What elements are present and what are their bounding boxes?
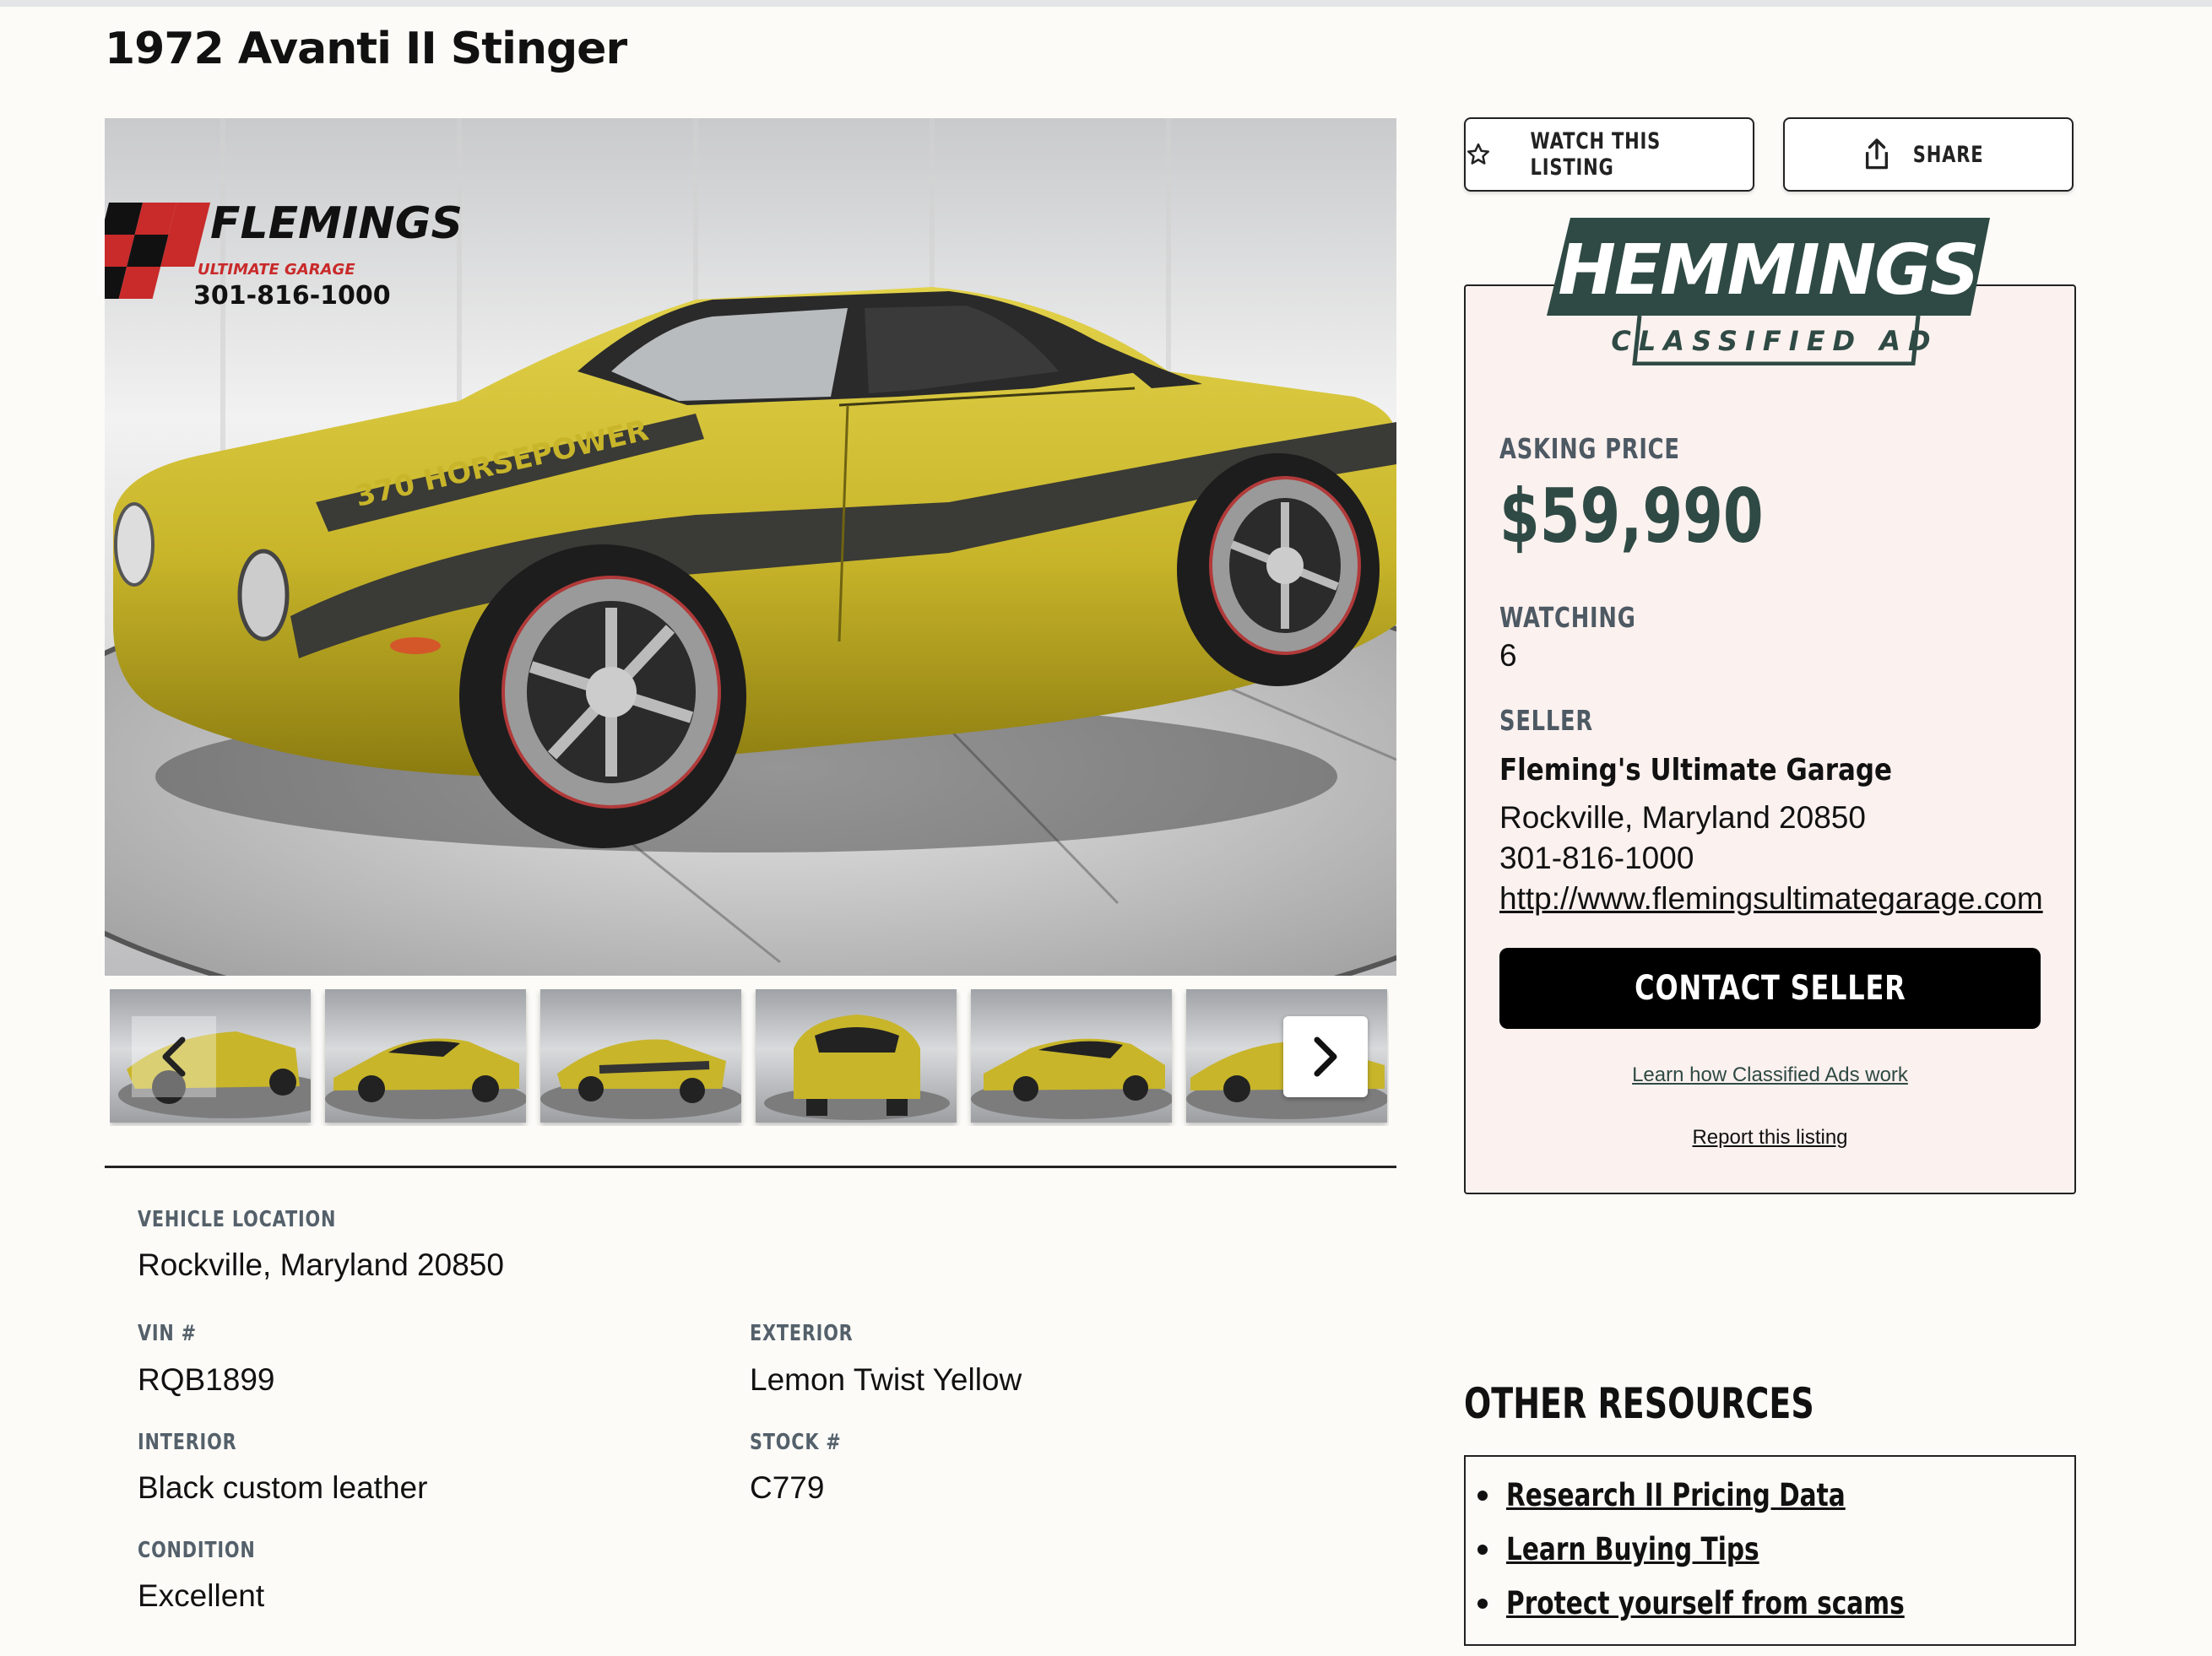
protect-scams-link[interactable]: Protect yourself from scams <box>1506 1585 1905 1621</box>
share-button[interactable]: SHARE <box>1783 117 2074 192</box>
star-icon <box>1467 143 1489 165</box>
bullet-icon <box>1477 1598 1488 1609</box>
classified-panel <box>1464 284 2076 1194</box>
resource-item: Protect yourself from scams <box>1477 1585 2004 1621</box>
section-divider <box>105 1166 1396 1168</box>
location-label: VEHICLE LOCATION <box>138 1207 337 1232</box>
other-resources-title: OTHER RESOURCES <box>1464 1379 1814 1428</box>
asking-price-value: $59,990 <box>1499 473 1764 560</box>
resource-item: Research II Pricing Data <box>1477 1477 1930 1513</box>
thumbnail-strip <box>110 989 1389 1126</box>
chevron-left-icon <box>162 1036 186 1077</box>
contact-seller-button[interactable]: CONTACT SELLER <box>1499 948 2041 1029</box>
share-label: SHARE <box>1913 141 1984 168</box>
seller-name: Fleming's Ultimate Garage <box>1499 753 1893 787</box>
thumbnail[interactable] <box>971 989 1172 1123</box>
hemmings-logo: HEMMINGS CLASSIFIED AD <box>1547 218 1994 370</box>
seller-label: SELLER <box>1499 704 1594 737</box>
car-image: 370 HORSEPOWER FLEMINGS ULTIMATE GARAGE … <box>105 118 1396 976</box>
interior-value: Black custom leather <box>138 1470 428 1505</box>
top-border <box>0 0 2212 7</box>
condition-value: Excellent <box>138 1578 265 1613</box>
location-value: Rockville, Maryland 20850 <box>138 1247 504 1282</box>
buying-tips-link[interactable]: Learn Buying Tips <box>1506 1531 1759 1567</box>
seller-location: Rockville, Maryland 20850 <box>1499 800 1866 835</box>
bullet-icon <box>1477 1490 1488 1501</box>
main-photo[interactable]: 370 HORSEPOWER FLEMINGS ULTIMATE GARAGE … <box>105 118 1396 976</box>
watch-listing-label: WATCH THIS LISTING <box>1530 128 1662 181</box>
chevron-right-icon <box>1314 1036 1337 1077</box>
asking-price-label: ASKING PRICE <box>1499 432 1680 465</box>
svg-text:ULTIMATE GARAGE: ULTIMATE GARAGE <box>198 261 355 279</box>
svg-text:HEMMINGS: HEMMINGS <box>1558 230 1977 311</box>
vin-value: RQB1899 <box>138 1362 275 1397</box>
research-pricing-link[interactable]: Research II Pricing Data <box>1506 1477 1846 1513</box>
exterior-value: Lemon Twist Yellow <box>750 1362 1022 1397</box>
gallery-next-button[interactable] <box>1283 1016 1368 1097</box>
thumbnail[interactable] <box>756 989 957 1123</box>
stock-label: STOCK # <box>750 1430 842 1455</box>
contact-seller-label: CONTACT SELLER <box>1634 969 1906 1008</box>
svg-text:FLEMINGS: FLEMINGS <box>210 198 463 249</box>
vin-label: VIN # <box>138 1321 197 1346</box>
thumbnail[interactable] <box>540 989 741 1123</box>
svg-text:CLASSIFIED AD: CLASSIFIED AD <box>1611 325 1938 357</box>
interior-label: INTERIOR <box>138 1430 237 1455</box>
gallery-prev-button[interactable] <box>132 1016 216 1097</box>
resource-item: Learn Buying Tips <box>1477 1531 1823 1567</box>
share-icon <box>1866 138 1889 170</box>
learn-classified-link[interactable]: Learn how Classified Ads work <box>1464 1063 2076 1087</box>
bullet-icon <box>1477 1544 1488 1555</box>
seller-phone[interactable]: 301-816-1000 <box>1499 841 1694 876</box>
seller-website-link[interactable]: http://www.flemingsultimategarage.com <box>1499 881 2043 917</box>
watching-label: WATCHING <box>1499 601 1636 634</box>
report-listing-link[interactable]: Report this listing <box>1464 1126 2076 1150</box>
svg-text:301-816-1000: 301-816-1000 <box>193 281 391 311</box>
stock-value: C779 <box>750 1470 825 1505</box>
condition-label: CONDITION <box>138 1538 256 1563</box>
watch-listing-button[interactable]: WATCH THIS LISTING <box>1464 117 1754 192</box>
listing-title: 1972 Avanti II Stinger <box>105 24 627 74</box>
watching-count: 6 <box>1499 638 1517 673</box>
thumbnail[interactable] <box>325 989 526 1123</box>
exterior-label: EXTERIOR <box>750 1321 854 1346</box>
